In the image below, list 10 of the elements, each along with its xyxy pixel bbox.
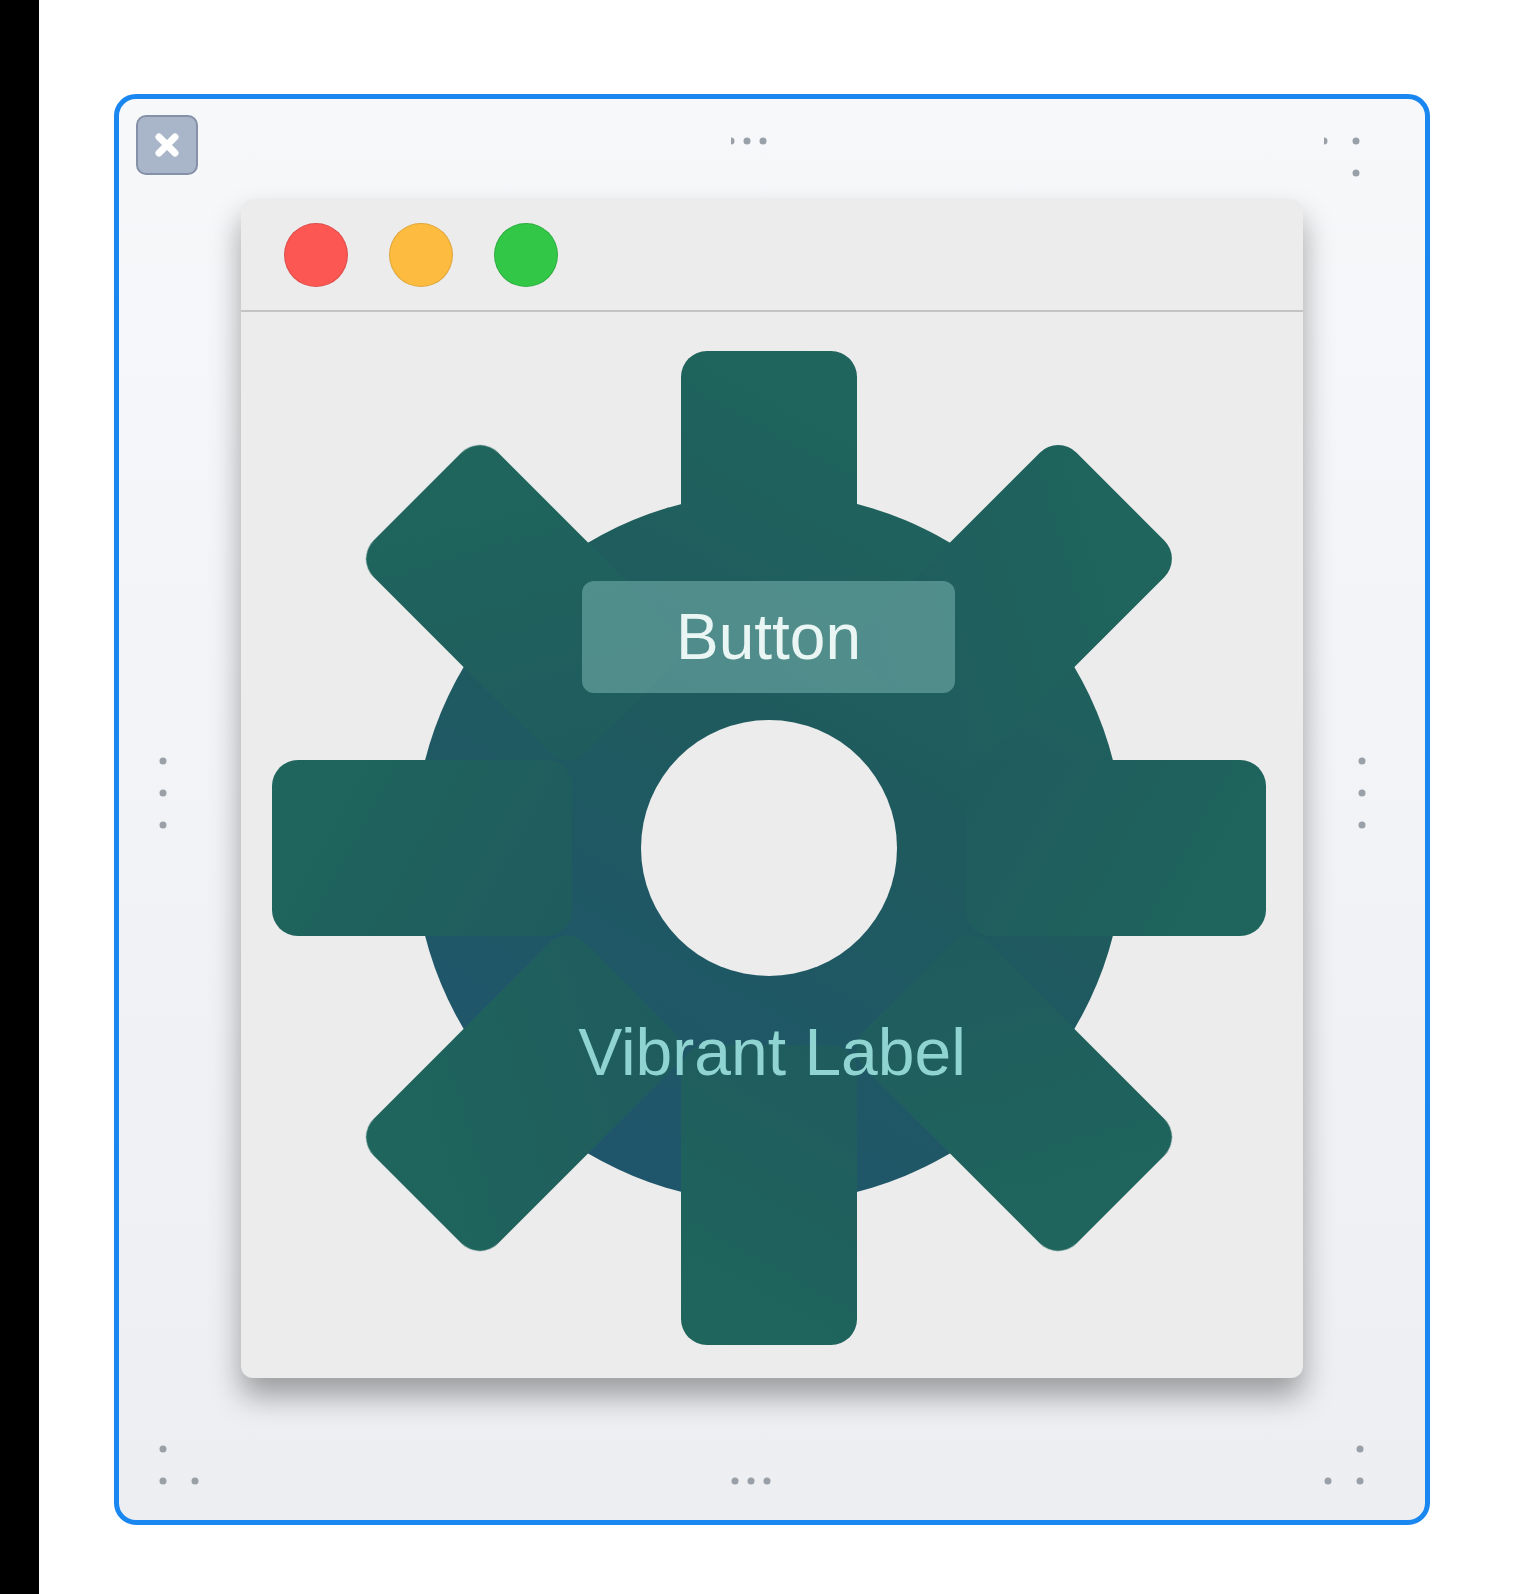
resize-handle-icon[interactable] bbox=[731, 1477, 771, 1485]
vibrant-label: Vibrant Label bbox=[577, 1014, 967, 1091]
resize-handle-icon[interactable] bbox=[159, 1445, 199, 1485]
resize-handle-icon[interactable] bbox=[1324, 137, 1360, 177]
close-button[interactable] bbox=[136, 115, 198, 175]
button[interactable]: Button bbox=[582, 581, 955, 693]
resize-handle-icon[interactable] bbox=[159, 757, 167, 829]
resize-handle-icon[interactable] bbox=[1358, 757, 1366, 829]
resize-handle-icon[interactable] bbox=[1324, 1445, 1364, 1485]
resize-handle-icon[interactable] bbox=[731, 137, 767, 145]
